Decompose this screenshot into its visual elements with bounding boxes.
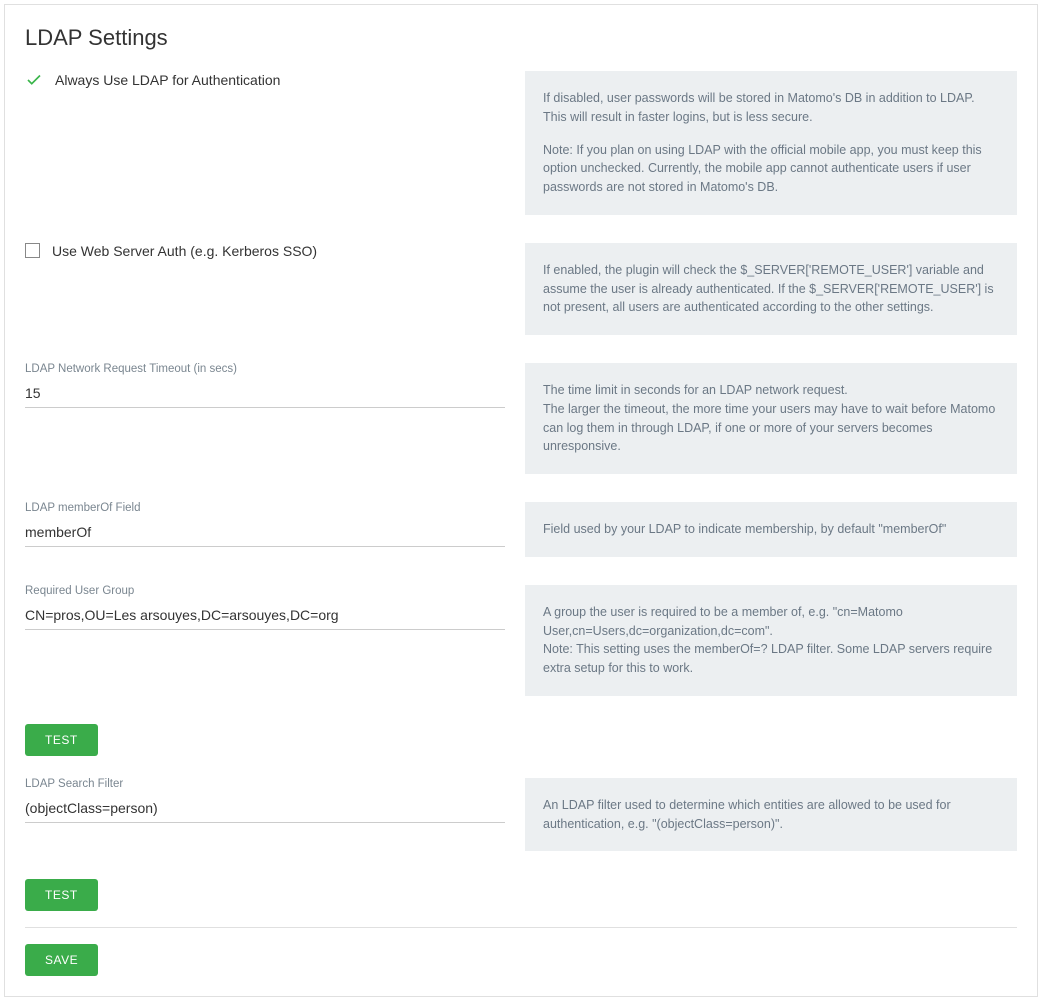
row-search-filter: LDAP Search Filter An LDAP filter used t… xyxy=(25,778,1017,852)
search-filter-help: An LDAP filter used to determine which e… xyxy=(525,778,1017,852)
separator xyxy=(25,927,1017,928)
test-button-group[interactable]: TEST xyxy=(25,724,98,756)
web-server-auth-label: Use Web Server Auth (e.g. Kerberos SSO) xyxy=(52,243,317,259)
checkbox-empty-icon xyxy=(25,243,40,258)
settings-panel: LDAP Settings Always Use LDAP for Authen… xyxy=(4,4,1038,997)
search-filter-input[interactable] xyxy=(25,796,505,823)
checkmark-icon xyxy=(25,71,43,89)
timeout-input[interactable] xyxy=(25,381,505,408)
required-group-help: A group the user is required to be a mem… xyxy=(525,585,1017,696)
required-group-label: Required User Group xyxy=(25,585,505,597)
row-timeout: LDAP Network Request Timeout (in secs) T… xyxy=(25,363,1017,474)
timeout-help: The time limit in seconds for an LDAP ne… xyxy=(525,363,1017,474)
always-ldap-help: If disabled, user passwords will be stor… xyxy=(525,71,1017,215)
required-group-input[interactable] xyxy=(25,603,505,630)
save-button[interactable]: SAVE xyxy=(25,944,98,976)
web-server-auth-toggle[interactable]: Use Web Server Auth (e.g. Kerberos SSO) xyxy=(25,243,505,259)
web-server-auth-help: If enabled, the plugin will check the $_… xyxy=(525,243,1017,335)
always-ldap-toggle[interactable]: Always Use LDAP for Authentication xyxy=(25,71,505,89)
always-ldap-label: Always Use LDAP for Authentication xyxy=(55,72,280,88)
timeout-label: LDAP Network Request Timeout (in secs) xyxy=(25,363,505,375)
memberof-help: Field used by your LDAP to indicate memb… xyxy=(525,502,1017,557)
page-title: LDAP Settings xyxy=(25,25,1017,51)
test-button-filter[interactable]: TEST xyxy=(25,879,98,911)
memberof-input[interactable] xyxy=(25,520,505,547)
row-always-ldap: Always Use LDAP for Authentication If di… xyxy=(25,71,1017,215)
row-memberof: LDAP memberOf Field Field used by your L… xyxy=(25,502,1017,557)
memberof-label: LDAP memberOf Field xyxy=(25,502,505,514)
row-required-group: Required User Group A group the user is … xyxy=(25,585,1017,696)
row-web-server-auth: Use Web Server Auth (e.g. Kerberos SSO) … xyxy=(25,243,1017,335)
search-filter-label: LDAP Search Filter xyxy=(25,778,505,790)
